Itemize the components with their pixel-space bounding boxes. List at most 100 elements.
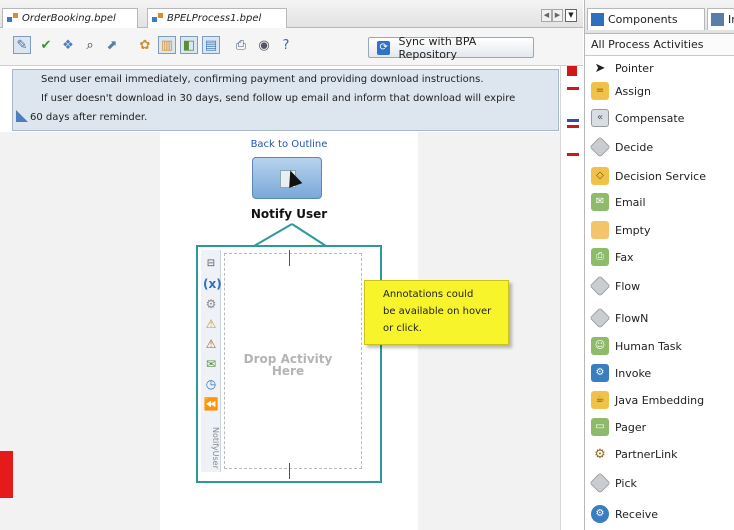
palette-item-pointer[interactable]: ➤ Pointer <box>585 56 734 80</box>
palette-item-label: Fax <box>615 250 634 264</box>
decide-icon <box>589 136 611 158</box>
palette-item-label: Empty <box>615 223 651 237</box>
palette-item-email[interactable]: ✉ Email <box>585 190 734 214</box>
fault-handler-icon[interactable]: ⚠ <box>203 316 219 332</box>
print-icon[interactable]: ⎙ <box>232 36 250 54</box>
deploy-icon[interactable]: ❖ <box>59 36 77 54</box>
pick-icon <box>589 472 611 494</box>
document-tab-bar: OrderBooking.bpel BPELProcess1.bpel ◀ ▶ … <box>0 0 583 28</box>
scope-vertical-label: NotifyUser <box>211 427 220 469</box>
note-line-1: Annotations could <box>383 289 474 300</box>
palette-item-decide[interactable]: Decide <box>585 135 734 159</box>
tab-inspector[interactable]: In <box>707 8 734 30</box>
annotation-tooltip: Annotations could be available on hover … <box>364 280 509 345</box>
wrench-icon[interactable]: ✎ <box>13 36 31 54</box>
java-embedding-icon: ☕ <box>591 391 609 409</box>
palette-icon[interactable]: ✿ <box>136 36 154 54</box>
split-view-icon[interactable]: ◧ <box>180 36 198 54</box>
description-line-3: 60 days after reminder. <box>30 112 148 123</box>
variables-icon[interactable]: (x) <box>203 276 222 292</box>
components-icon <box>591 13 604 26</box>
alarm-icon[interactable]: ◷ <box>203 376 219 392</box>
palette-item-pager[interactable]: ▭ Pager <box>585 415 734 439</box>
error-edge-marker <box>0 451 13 498</box>
palette-item-pick[interactable]: Pick <box>585 471 734 495</box>
bpel-file-icon <box>152 12 164 25</box>
fold-corner-icon[interactable] <box>16 110 28 122</box>
catch-all-icon[interactable]: ⚠ <box>203 336 219 352</box>
compensate-icon: « <box>591 109 609 127</box>
palette-tab-bar: Components In <box>585 0 734 34</box>
tab-bpelprocess1[interactable]: BPELProcess1.bpel <box>147 8 287 28</box>
note-line-2: be available on hover <box>383 306 492 317</box>
palette-item-java-embedding[interactable]: ☕ Java Embedding <box>585 388 734 412</box>
palette-item-invoke[interactable]: ⚙ Invoke <box>585 361 734 385</box>
expand-icon[interactable]: ⬈ <box>103 36 121 54</box>
fax-icon: ⎙ <box>591 248 609 266</box>
compensation-handler-icon[interactable]: ⏪ <box>203 396 219 412</box>
error-marker[interactable] <box>567 153 579 156</box>
note-line-3: or click. <box>383 323 422 334</box>
flow-icon <box>589 275 611 297</box>
decision-service-icon: ◇ <box>591 167 609 185</box>
error-marker[interactable] <box>567 66 577 76</box>
human-task-icon: ☺ <box>591 337 609 355</box>
palette-item-label: FlowN <box>615 311 649 325</box>
event-handler-icon[interactable]: ✉ <box>203 356 219 372</box>
camera-icon[interactable]: ◉ <box>255 36 273 54</box>
palette-item-receive[interactable]: ⚙ Receive <box>585 502 734 526</box>
tab-list-dropdown-icon[interactable]: ▼ <box>565 9 577 22</box>
palette-item-label: Pointer <box>615 61 654 75</box>
palette-item-assign[interactable]: = Assign <box>585 79 734 103</box>
palette-item-label: Receive <box>615 507 659 521</box>
empty-icon <box>591 221 609 239</box>
palette-item-label: Flow <box>615 279 641 293</box>
process-description-annotation: Send user email immediately, confirming … <box>12 69 559 131</box>
tab-orderbooking[interactable]: OrderBooking.bpel <box>2 8 138 28</box>
validate-check-icon[interactable]: ✔ <box>37 36 55 54</box>
back-to-outline-link[interactable]: Back to Outline <box>224 139 354 150</box>
design-view-icon[interactable]: ▥ <box>158 36 176 54</box>
palette-item-label: Pager <box>615 420 647 434</box>
inspector-icon <box>711 13 724 26</box>
tab-scroll-right-icon[interactable]: ▶ <box>552 9 563 22</box>
annotation-view-icon[interactable]: ▤ <box>202 36 220 54</box>
assign-icon: = <box>591 82 609 100</box>
tab-label: OrderBooking.bpel <box>22 13 116 24</box>
palette-category-selector[interactable]: All Process Activities <box>585 34 734 56</box>
help-icon[interactable]: ? <box>277 36 295 54</box>
tab-label: In <box>728 13 734 26</box>
error-marker[interactable] <box>567 87 579 90</box>
sync-bpa-button[interactable]: ⟳ Sync with BPA Repository <box>368 35 534 61</box>
palette-item-decision-service[interactable]: ◇ Decision Service <box>585 164 734 188</box>
drop-hint-line-2: Here <box>271 364 305 378</box>
palette-item-fax[interactable]: ⎙ Fax <box>585 245 734 269</box>
info-marker[interactable] <box>567 119 579 122</box>
pointer-icon: ➤ <box>594 60 606 76</box>
palette-item-label: Decide <box>615 140 654 154</box>
receive-icon: ⚙ <box>591 505 609 523</box>
palette-item-empty[interactable]: Empty <box>585 218 734 242</box>
palette-item-label: Pick <box>615 476 637 490</box>
tab-components[interactable]: Components <box>587 8 705 30</box>
palette-item-label: PartnerLink <box>615 447 678 461</box>
overview-ruler[interactable] <box>560 66 583 530</box>
bpel-file-icon <box>7 12 19 25</box>
collapse-icon[interactable]: ⊟ <box>203 256 219 272</box>
palette-item-human-task[interactable]: ☺ Human Task <box>585 334 734 358</box>
palette-item-label: Compensate <box>615 111 685 125</box>
palette-item-label: Assign <box>615 84 651 98</box>
email-icon: ✉ <box>591 193 609 211</box>
palette-item-partnerlink[interactable]: ⚙ PartnerLink <box>585 442 734 466</box>
properties-icon[interactable]: ⚙ <box>203 296 219 312</box>
binoculars-icon[interactable]: ⌕ <box>81 36 99 54</box>
flow-line-bottom <box>289 463 290 479</box>
palette-item-flown[interactable]: FlowN <box>585 306 734 330</box>
palette-item-label: Decision Service <box>615 169 706 183</box>
tab-scroll-left-icon[interactable]: ◀ <box>541 9 552 22</box>
editor-toolbar: ✎ ✔ ❖ ⌕ ⬈ ✿ ▥ ◧ ▤ ⎙ ◉ ? ⟳ Sync with BPA … <box>0 28 583 66</box>
palette-item-compensate[interactable]: « Compensate <box>585 106 734 130</box>
palette-item-flow[interactable]: Flow <box>585 274 734 298</box>
error-marker[interactable] <box>567 125 579 128</box>
canvas-margin-left <box>0 132 160 530</box>
